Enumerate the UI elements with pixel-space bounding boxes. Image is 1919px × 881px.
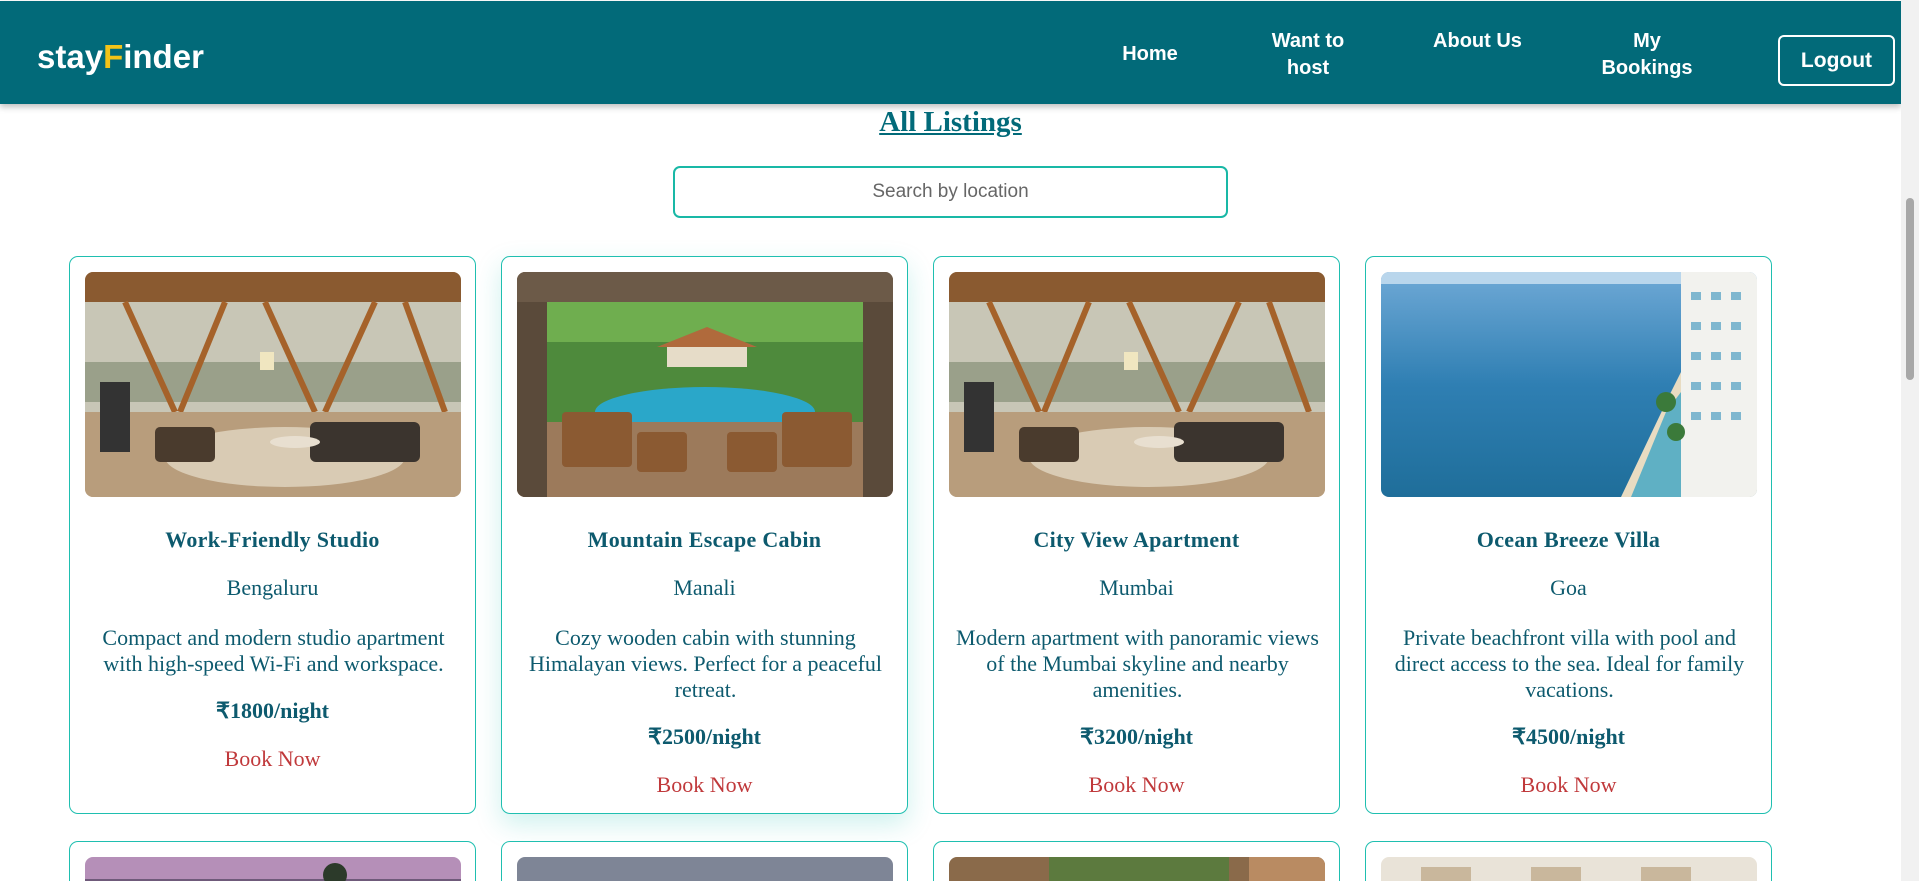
listing-card[interactable]: City View Apartment Mumbai Modern apartm…	[933, 256, 1340, 814]
listing-card-partial[interactable]	[933, 841, 1340, 881]
listing-location: Goa	[1550, 575, 1587, 600]
listing-price: ₹3200/night	[1079, 724, 1194, 749]
scrollbar-thumb[interactable]	[1906, 198, 1914, 380]
book-now-button[interactable]: Book Now	[502, 772, 907, 798]
listing-card-partial[interactable]	[501, 841, 908, 881]
listing-photo-white-building	[1381, 857, 1757, 881]
book-now-button[interactable]: Book Now	[70, 746, 475, 772]
listing-photo-living-room	[949, 272, 1325, 497]
brand-logo[interactable]: stayFinder	[37, 37, 204, 77]
listing-photo-beach	[1381, 272, 1757, 497]
listing-price: ₹2500/night	[647, 724, 762, 749]
listing-card[interactable]: Mountain Escape Cabin Manali Cozy wooden…	[501, 256, 908, 814]
listing-description: Modern apartment with panoramic views of…	[956, 625, 1319, 702]
listing-card-partial[interactable]	[69, 841, 476, 881]
listing-photo-tropical-building	[949, 857, 1325, 881]
book-now-button[interactable]: Book Now	[934, 772, 1339, 798]
listing-title: Work-Friendly Studio	[165, 527, 380, 552]
listing-photo-grey	[517, 857, 893, 881]
listing-description: Compact and modern studio apartment with…	[102, 625, 445, 676]
listing-location: Manali	[673, 575, 736, 600]
listing-title: Ocean Breeze Villa	[1476, 527, 1661, 552]
listing-card[interactable]: Work-Friendly Studio Bengaluru Compact a…	[69, 256, 476, 814]
listing-photo-sunset-palms	[85, 857, 461, 881]
listing-price: ₹1800/night	[215, 698, 330, 723]
page-title: All Listings	[879, 106, 1022, 138]
logout-button[interactable]: Logout	[1778, 35, 1895, 86]
listing-description: Cozy wooden cabin with stunning Himalaya…	[528, 625, 883, 702]
listing-card[interactable]: Ocean Breeze Villa Goa Private beachfron…	[1365, 256, 1772, 814]
nav-my-bookings-link[interactable]: My Bookings	[1592, 28, 1702, 82]
listing-location: Bengaluru	[226, 575, 319, 600]
listing-description: Private beachfront villa with pool and d…	[1394, 625, 1745, 702]
listing-photo-pool	[517, 272, 893, 497]
listing-card-partial[interactable]	[1365, 841, 1772, 881]
listing-title: Mountain Escape Cabin	[587, 527, 822, 552]
nav-home-link[interactable]: Home	[1110, 41, 1190, 68]
listing-title: City View Apartment	[1033, 527, 1240, 552]
book-now-button[interactable]: Book Now	[1366, 772, 1771, 798]
navbar: stayFinder Home Want to host About Us My…	[0, 1, 1901, 104]
listing-price: ₹4500/night	[1511, 724, 1626, 749]
page-scrollbar[interactable]	[1901, 0, 1919, 881]
nav-want-to-host-link[interactable]: Want to host	[1258, 28, 1358, 82]
nav-about-us-link[interactable]: About Us	[1430, 28, 1525, 55]
listing-photo-living-room	[85, 272, 461, 497]
listing-location: Mumbai	[1099, 575, 1174, 600]
location-search-input[interactable]	[673, 166, 1228, 218]
